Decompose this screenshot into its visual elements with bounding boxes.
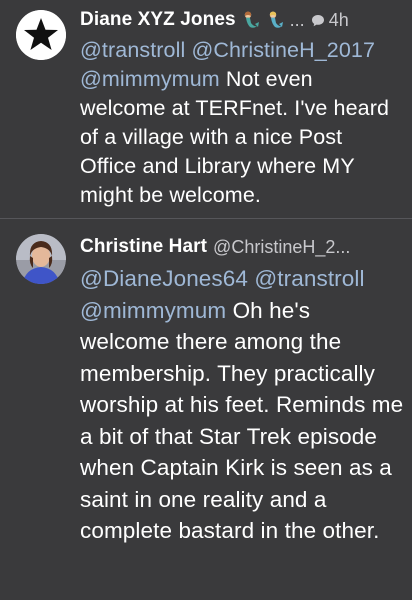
name-overflow-ellipsis: ... [289,9,305,30]
timestamp: 4h [328,9,349,30]
tweet-feed: Diane XYZ Jones ... 4h @transtroll @Chri… [0,0,412,600]
tweet-text: @transtroll @ChristineH_2017 @mimmymum N… [80,36,404,210]
avatar[interactable] [16,10,66,60]
mermaid-emoji-icon [240,10,260,30]
tweet-body-text: Oh he's welcome there among the membersh… [80,297,404,544]
mention-link[interactable]: @ChristineH_2017 [191,38,375,62]
author-name[interactable]: Diane XYZ Jones [80,9,236,31]
tweet-header: Diane XYZ Jones ... 4h [80,4,404,36]
mention-link[interactable]: @DianeJones64 [80,266,248,291]
mention-link[interactable]: @mimmymum [80,67,220,91]
mention-link[interactable]: @transtroll [254,266,364,291]
author-handle[interactable]: @ChristineH_2... [213,237,350,258]
tweet-header: Christine Hart @ChristineH_2... [80,231,404,263]
author-name[interactable]: Christine Hart [80,236,207,258]
tweet[interactable]: Diane XYZ Jones ... 4h @transtroll @Chri… [0,0,412,218]
mention-link[interactable]: @transtroll [80,38,185,62]
reply-bubble-icon [311,14,325,27]
profile-photo-icon [16,234,66,284]
tweet-text: @DianeJones64 @transtroll @mimmymum Oh h… [80,263,404,547]
avatar[interactable] [16,234,66,284]
mermaid-emoji-icon [264,10,284,30]
mention-link[interactable]: @mimmymum [80,298,226,323]
star-avatar-icon [16,10,66,60]
